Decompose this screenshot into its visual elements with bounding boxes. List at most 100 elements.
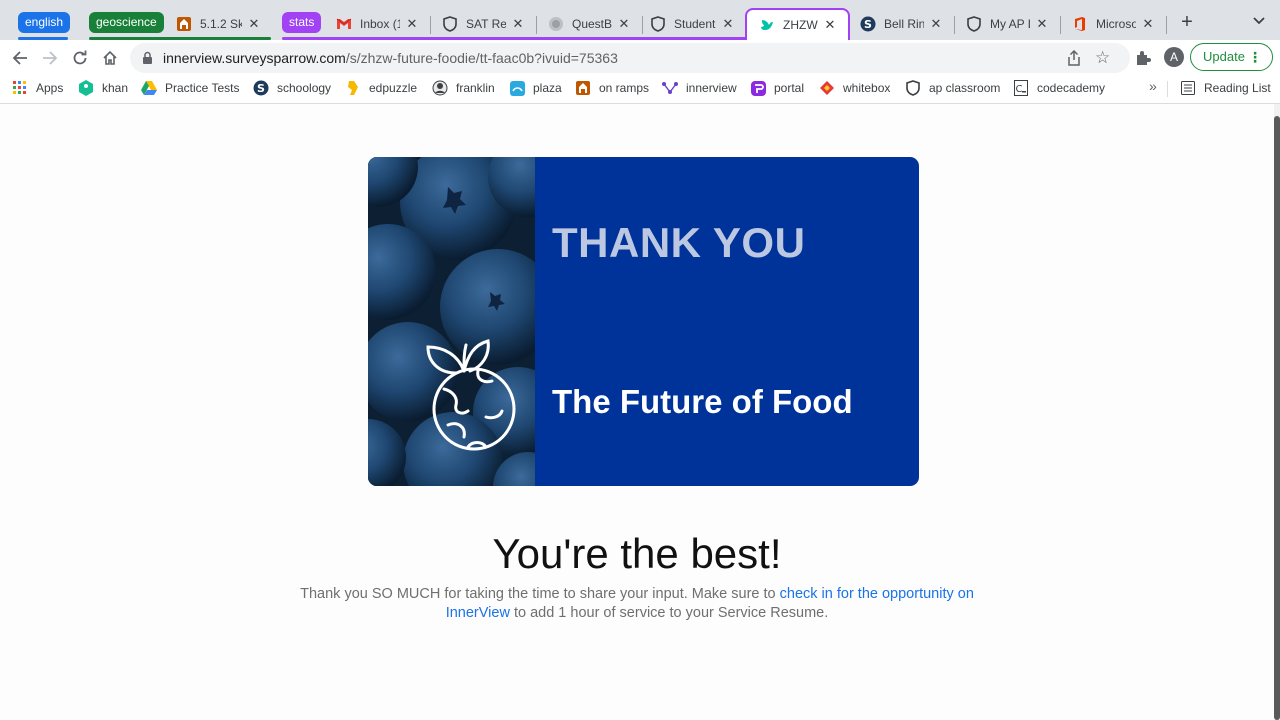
- kebab-menu-icon[interactable]: ⋮: [1248, 44, 1262, 70]
- new-tab-button[interactable]: +: [1176, 12, 1198, 34]
- url-text[interactable]: innerview.surveysparrow.com/s/zhzw-futur…: [163, 50, 618, 66]
- tab-questbridge[interactable]: QuestBri ✕: [536, 8, 642, 40]
- shield-icon: [650, 16, 666, 32]
- reload-icon: [73, 50, 87, 65]
- tab-zhzw-active[interactable]: ZHZW F ✕: [745, 8, 850, 40]
- bookmark-plaza[interactable]: plaza: [509, 79, 562, 97]
- reading-list-icon: [1180, 80, 1196, 96]
- scrollbar-thumb[interactable]: [1274, 116, 1280, 720]
- close-icon[interactable]: ✕: [510, 16, 526, 32]
- bookmarks-overflow-button[interactable]: »: [1149, 78, 1157, 94]
- tab-bell-ringer[interactable]: S Bell Ring ✕: [848, 8, 954, 40]
- close-icon[interactable]: ✕: [404, 16, 420, 32]
- tab-search-chevron-icon[interactable]: [1250, 14, 1268, 32]
- bookmark-whitebox[interactable]: whitebox: [819, 79, 890, 97]
- tab-title: My AP L: [990, 17, 1030, 31]
- bookmark-label: ap classroom: [929, 81, 1001, 95]
- close-icon[interactable]: ✕: [1140, 16, 1156, 32]
- close-icon[interactable]: ✕: [616, 16, 632, 32]
- sparrow-icon: [759, 17, 775, 33]
- bookmark-innerview[interactable]: innerview: [662, 79, 737, 97]
- bookmark-label: khan: [102, 81, 129, 95]
- svg-text:C: C: [1016, 84, 1023, 95]
- share-icon[interactable]: [1067, 49, 1081, 71]
- close-icon[interactable]: ✕: [720, 16, 736, 32]
- monument-icon: [575, 80, 591, 96]
- url-path: /s/zhzw-future-foodie/tt-faac0b?ivuid=75…: [345, 50, 618, 66]
- bookmark-on-ramps[interactable]: on ramps: [575, 79, 649, 97]
- bookmark-label: edpuzzle: [369, 81, 418, 95]
- tab-group-stats[interactable]: stats: [282, 12, 322, 33]
- khan-icon: [78, 80, 94, 96]
- tab-title: Bell Ring: [884, 17, 924, 31]
- bookmark-practice-tests[interactable]: Practice Tests: [141, 79, 239, 97]
- tab-group-geoscience[interactable]: geoscience: [89, 12, 164, 33]
- codecademy-icon: C: [1013, 80, 1029, 96]
- portal-icon: [750, 80, 766, 96]
- reload-button[interactable]: [66, 44, 94, 72]
- bookmark-edpuzzle[interactable]: edpuzzle: [345, 79, 417, 97]
- tab-title: QuestBri: [572, 17, 612, 31]
- shield-icon: [966, 16, 982, 32]
- thank-you-banner: THANK YOU The Future of Food: [368, 157, 919, 486]
- bookmark-label: franklin: [456, 81, 495, 95]
- bookmark-schoology[interactable]: S schoology: [253, 79, 331, 97]
- home-icon: [103, 50, 117, 65]
- tab-microsoft[interactable]: Microsof ✕: [1060, 8, 1166, 40]
- close-icon[interactable]: ✕: [246, 16, 262, 32]
- forward-button[interactable]: [36, 44, 64, 72]
- tab-title: SAT Reg: [466, 17, 506, 31]
- bookmark-label: whitebox: [843, 81, 891, 95]
- shield-icon: [442, 16, 458, 32]
- bookmark-khan[interactable]: khan: [78, 79, 128, 97]
- gmail-icon: [336, 16, 352, 32]
- schoology-icon: S: [860, 16, 876, 32]
- svg-text:S: S: [257, 82, 265, 95]
- close-icon[interactable]: ✕: [822, 17, 838, 33]
- tab-group-english[interactable]: english: [18, 12, 71, 33]
- address-bar[interactable]: innerview.surveysparrow.com/s/zhzw-futur…: [130, 43, 1130, 73]
- bookmark-codecademy[interactable]: C codecademy: [1013, 79, 1105, 97]
- home-button[interactable]: [96, 44, 124, 72]
- tab-strip: english geoscience 5.1.2 Ski ✕ stats Inb…: [0, 0, 1280, 40]
- bookmark-franklin[interactable]: franklin: [432, 79, 495, 97]
- bookmark-label: Apps: [36, 81, 64, 95]
- tab-inbox[interactable]: Inbox (1, ✕: [324, 8, 430, 40]
- page-title: You're the best!: [492, 530, 782, 577]
- close-icon[interactable]: ✕: [928, 16, 944, 32]
- drive-icon: [141, 80, 157, 96]
- scrollbar[interactable]: [1274, 104, 1280, 720]
- shield-icon: [905, 80, 921, 96]
- blueberries-photo: [368, 157, 535, 486]
- office-icon: [1072, 16, 1088, 32]
- thank-you-message: Thank you SO MUCH for taking the time to…: [287, 585, 987, 623]
- bookmarks-bar: Apps khan Practice Tests S schoology edp…: [0, 76, 1280, 100]
- update-button[interactable]: Update ⋮: [1190, 43, 1273, 71]
- bookmark-portal[interactable]: portal: [750, 79, 804, 97]
- tab-my-ap[interactable]: My AP L ✕: [954, 8, 1060, 40]
- bookmark-star-icon[interactable]: ☆: [1095, 48, 1110, 68]
- bookmark-label: plaza: [533, 81, 562, 95]
- close-icon[interactable]: ✕: [1034, 16, 1050, 32]
- tab-student[interactable]: Student ✕: [638, 8, 746, 40]
- survey-page: THANK YOU The Future of Food You're the …: [0, 104, 1274, 720]
- back-arrow-icon: [12, 51, 27, 65]
- reading-list-button[interactable]: Reading List: [1180, 79, 1271, 97]
- bookmark-apps[interactable]: Apps: [12, 79, 63, 97]
- bookmark-label: Practice Tests: [165, 81, 240, 95]
- bookmark-label: portal: [774, 81, 805, 95]
- globe-icon: [548, 16, 564, 32]
- reading-list-label: Reading List: [1204, 81, 1271, 95]
- update-label: Update: [1203, 49, 1245, 64]
- banner-subline: The Future of Food: [552, 383, 853, 420]
- profile-avatar[interactable]: A: [1164, 47, 1184, 67]
- tab-5-1-2[interactable]: 5.1.2 Ski ✕: [164, 8, 272, 40]
- bookmark-ap-classroom[interactable]: ap classroom: [905, 79, 1000, 97]
- tab-title: ZHZW F: [783, 18, 818, 32]
- tab-sat-reg[interactable]: SAT Reg ✕: [430, 8, 536, 40]
- monument-icon: [176, 16, 192, 32]
- back-button[interactable]: [6, 44, 34, 72]
- tab-title: Inbox (1,: [360, 17, 400, 31]
- extensions-puzzle-icon[interactable]: [1134, 49, 1152, 72]
- lock-icon[interactable]: [142, 51, 153, 70]
